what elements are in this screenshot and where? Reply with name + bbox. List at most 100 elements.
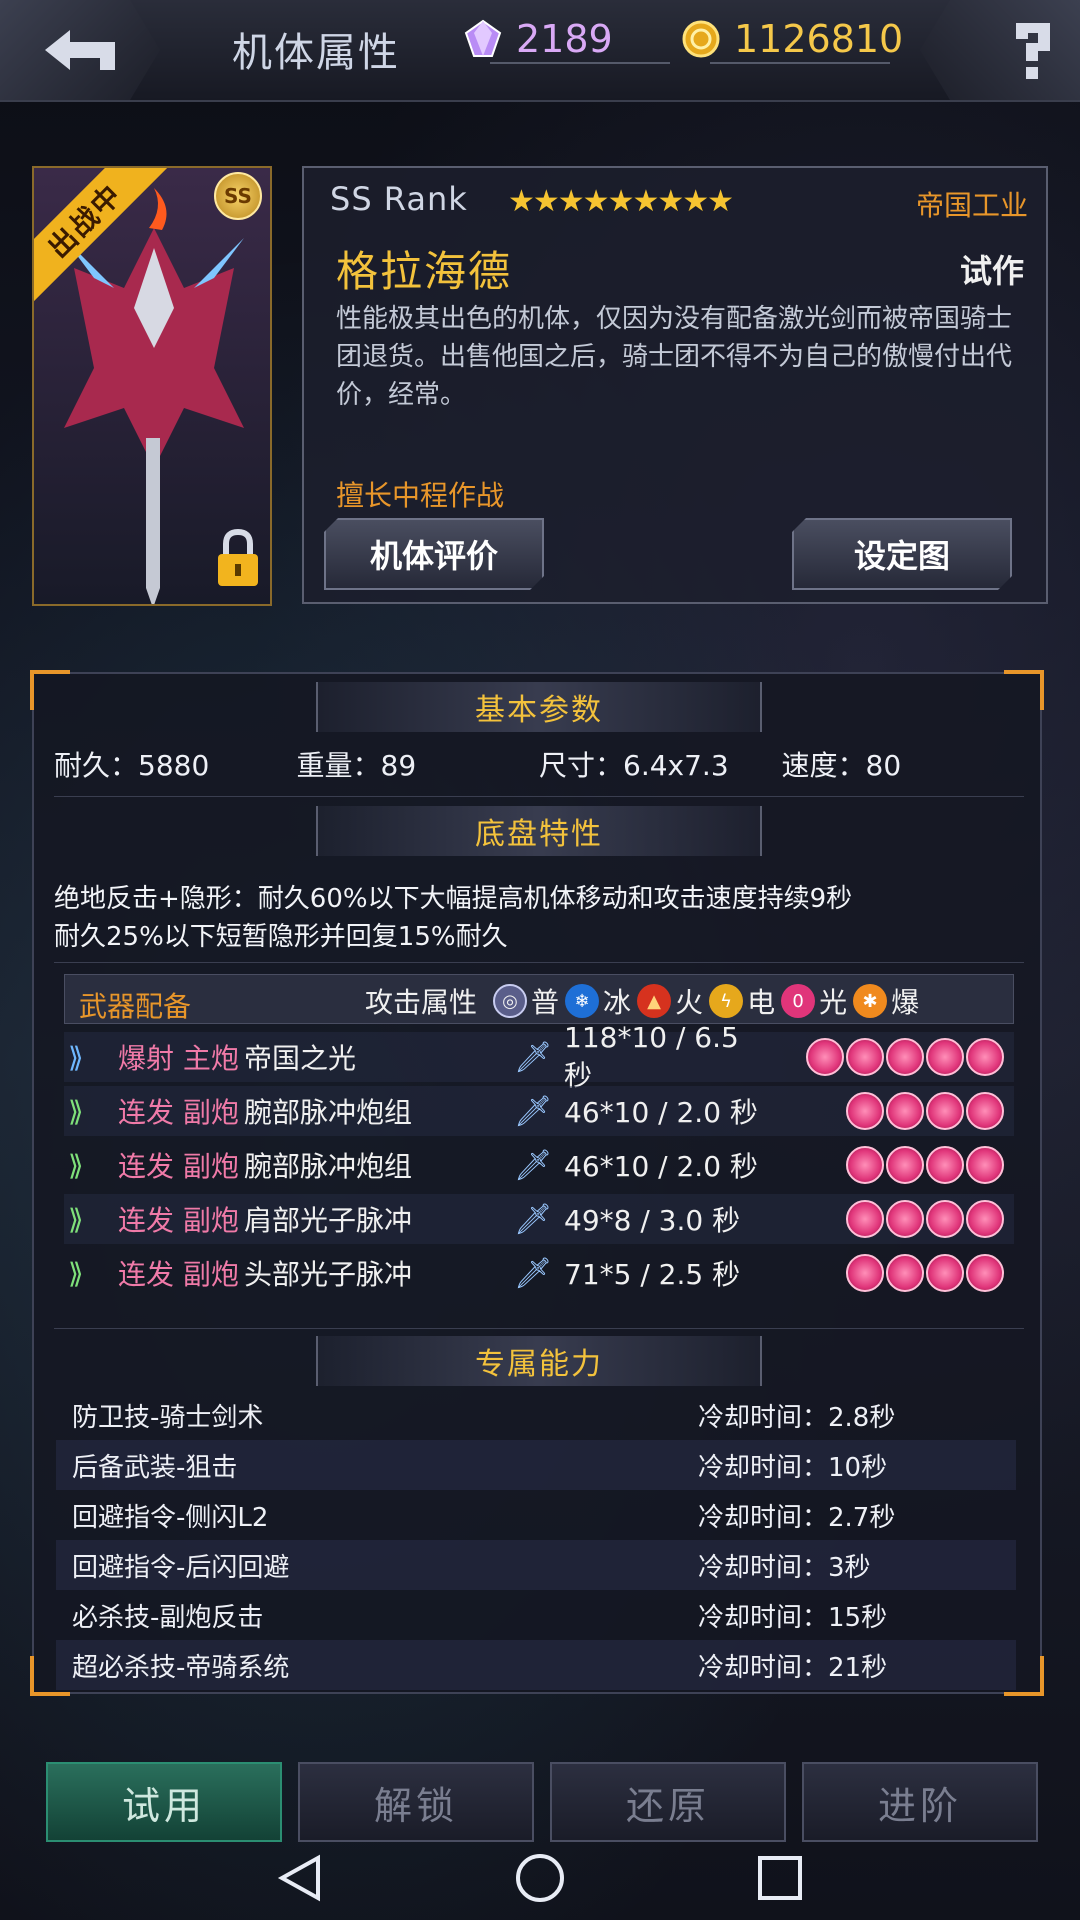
weight-stat: 重量：89 (296, 749, 417, 782)
divider (54, 796, 1024, 797)
concept-art-button[interactable]: 设定图 (792, 518, 1012, 590)
weapon-name: 帝国之光 (244, 1042, 357, 1075)
sub-cannon-icon: ⟫ (68, 1202, 84, 1236)
element-slots (844, 1200, 1004, 1238)
ability-row[interactable]: 后备武装-狙击 冷却时间：10秒 (56, 1440, 1016, 1490)
weapon-row[interactable]: ⟫ 爆射 主炮 帝国之光 🗡 118*10 / 6.5 秒 (64, 1021, 1014, 1092)
ability-row[interactable]: 超必杀技-帝骑系统 冷却时间：21秒 (56, 1640, 1016, 1690)
light-slot-icon (966, 1038, 1004, 1076)
top-bar: 机体属性 2189 1126810 (0, 0, 1080, 102)
mech-portrait[interactable]: 出战中 SS (32, 166, 272, 606)
sword-icon: 🗡 (514, 1201, 553, 1237)
weapon-row[interactable]: ⟫ 连发 副炮 头部光子脉冲 🗡 71*5 / 2.5 秒 (64, 1248, 1014, 1298)
system-nav-bar (0, 1820, 1080, 1920)
sword-icon: 🗡 (514, 1147, 553, 1183)
ability-row[interactable]: 回避指令-后闪回避 冷却时间：3秒 (56, 1540, 1016, 1590)
ice-icon: ❄ (565, 984, 600, 1018)
lock-icon[interactable] (214, 526, 262, 590)
ss-rank-badge: SS (214, 172, 262, 220)
back-button[interactable] (0, 0, 160, 100)
light-slot-icon (886, 1146, 924, 1184)
mech-review-button[interactable]: 机体评价 (324, 518, 544, 590)
weapon-name: 腕部脉冲炮组 (244, 1096, 413, 1129)
nav-home-icon[interactable] (516, 1854, 564, 1902)
weapon-name: 肩部光子脉冲 (244, 1204, 413, 1237)
element-normal: ◎ 普 (493, 981, 559, 1021)
weapon-row[interactable]: ⟫ 连发 副炮 肩部光子脉冲 🗡 49*8 / 3.0 秒 (64, 1194, 1014, 1244)
ability-name: 回避指令-侧闪L2 (72, 1502, 269, 1533)
gem-underline (490, 62, 670, 64)
gem-count: 2189 (516, 17, 613, 61)
sword-icon: 🗡 (514, 1093, 553, 1129)
ability-row[interactable]: 必杀技-副炮反击 冷却时间：15秒 (56, 1590, 1016, 1640)
chassis-trait-line: 耐久25%以下短暂隐形并回复15%耐久 (54, 922, 508, 952)
coin-icon (682, 20, 720, 58)
ability-cooldown: 冷却时间：15秒 (698, 1602, 888, 1633)
sub-cannon-icon: ⟫ (68, 1148, 84, 1182)
ability-cooldown: 冷却时间：21秒 (698, 1652, 888, 1683)
ability-name: 必杀技-副炮反击 (72, 1602, 264, 1633)
weapon-damage: 46*10 / 2.0 秒 (564, 1150, 758, 1183)
specialty-label: 擅长中程作战 (336, 479, 505, 512)
divider (54, 962, 1024, 963)
blast-icon: ✱ (853, 984, 888, 1018)
weapon-type: 爆射 主炮 (118, 1042, 239, 1075)
main-cannon-icon: ⟫ (68, 1040, 84, 1074)
weapons-header: 武器配备 攻击属性 ◎ 普 ❄ 冰 ▲ 火 ϟ电 0光 ✱ 爆 (64, 974, 1014, 1024)
ability-name: 回避指令-后闪回避 (72, 1552, 290, 1583)
gem-icon (464, 19, 502, 57)
ability-row[interactable]: 防卫技-骑士剑术 冷却时间：2.8秒 (56, 1390, 1016, 1440)
durability-stat: 耐久：5880 (54, 749, 210, 782)
lightning-icon: ϟ (709, 984, 744, 1018)
weapon-row[interactable]: ⟫ 连发 副炮 腕部脉冲炮组 🗡 46*10 / 2.0 秒 (64, 1086, 1014, 1136)
light-slot-icon (926, 1092, 964, 1130)
corner-decoration (30, 670, 70, 710)
weapon-row[interactable]: ⟫ 连发 副炮 腕部脉冲炮组 🗡 46*10 / 2.0 秒 (64, 1140, 1014, 1190)
ability-name: 后备武装-狙击 (72, 1452, 238, 1483)
nav-recents-icon[interactable] (758, 1856, 802, 1900)
weapons-section: 武器配备 攻击属性 ◎ 普 ❄ 冰 ▲ 火 ϟ电 0光 ✱ 爆 ⟫ 爆射 主炮 帝国之光… (64, 974, 1014, 1314)
ability-row[interactable]: 回避指令-侧闪L2 冷却时间：2.7秒 (56, 1490, 1016, 1540)
page-title: 机体属性 (232, 30, 400, 76)
ability-name: 防卫技-骑士剑术 (72, 1402, 264, 1433)
element-slots (844, 1146, 1004, 1184)
ability-cooldown: 冷却时间：2.8秒 (698, 1402, 896, 1433)
light-slot-icon (846, 1038, 884, 1076)
element-slots (844, 1254, 1004, 1292)
light-slot-icon (886, 1092, 924, 1130)
mech-description: 性能极其出色的机体，仅因为没有配备激光剑而被帝国骑士团退货。出售他国之后，骑士团… (336, 304, 1013, 410)
fire-icon: ▲ (637, 984, 672, 1018)
light-slot-icon (886, 1200, 924, 1238)
corner-decoration (1004, 670, 1044, 710)
element-slots (804, 1038, 1004, 1076)
light-slot-icon (846, 1200, 884, 1238)
light-slot-icon (846, 1254, 884, 1292)
help-button[interactable] (920, 0, 1080, 100)
chassis-traits-header: 底盘特性 (316, 806, 762, 856)
nav-back-icon[interactable] (277, 1854, 320, 1902)
question-icon (1016, 23, 1050, 79)
light-slot-icon (926, 1146, 964, 1184)
weapon-type: 连发 副炮 (118, 1204, 239, 1237)
weapon-type: 连发 副炮 (118, 1096, 239, 1129)
light-slot-icon (886, 1254, 924, 1292)
weapons-title: 武器配备 (79, 990, 192, 1023)
light-slot-icon (926, 1038, 964, 1076)
weapon-damage: 49*8 / 3.0 秒 (564, 1204, 741, 1237)
element-electric: ϟ电 (709, 981, 775, 1021)
coin-count: 1126810 (734, 17, 904, 61)
ability-cooldown: 冷却时间：10秒 (698, 1452, 888, 1483)
gem-counter: 2189 (462, 14, 613, 64)
weapon-type: 连发 副炮 (118, 1150, 239, 1183)
light-slot-icon (966, 1254, 1004, 1292)
basic-params-row: 耐久：5880 重量：89 尺寸：6.4x7.3 速度：80 (54, 744, 1024, 784)
attack-attributes: 攻击属性 ◎ 普 ❄ 冰 ▲ 火 ϟ电 0光 ✱ 爆 (365, 981, 919, 1021)
star-rating: ★★★★★★★★★ (508, 184, 734, 219)
normal-icon: ◎ (493, 984, 528, 1018)
chassis-trait-text: 绝地反击+隐形：耐久60%以下大幅提高机体移动和攻击速度持续9秒 耐久25%以下… (54, 880, 852, 956)
ability-cooldown: 冷却时间：2.7秒 (698, 1502, 896, 1533)
basic-params-header: 基本参数 (316, 682, 762, 732)
light-icon: 0 (781, 984, 816, 1018)
light-slot-icon (846, 1092, 884, 1130)
mech-info-panel: SS Rank ★★★★★★★★★ 帝国工业 格拉海德 试作 性能极其出色的机体… (302, 166, 1048, 604)
